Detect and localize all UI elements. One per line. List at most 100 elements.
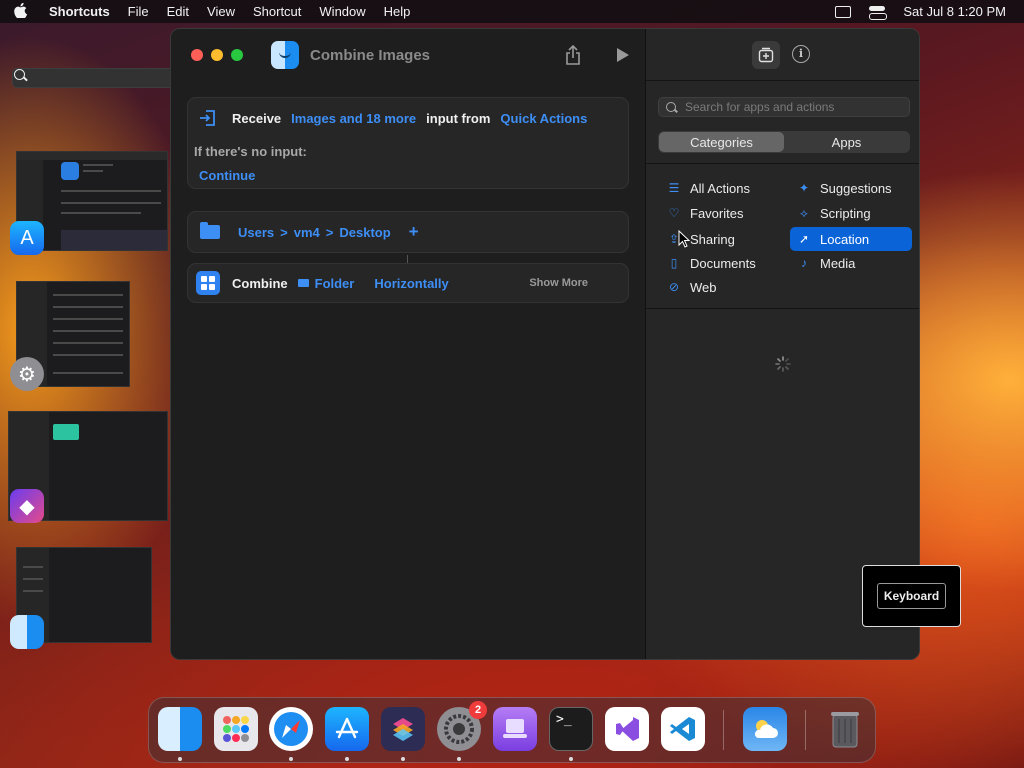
document-icon: ▯: [670, 256, 678, 270]
category-label: Favorites: [690, 205, 744, 221]
window-controls: [191, 49, 243, 61]
shortcut-icon[interactable]: [271, 41, 299, 69]
category-scripting[interactable]: ⟡ Scripting: [790, 201, 912, 225]
receive-action-card[interactable]: Receive Images and 18 more input from Qu…: [187, 97, 629, 189]
menu-edit[interactable]: Edit: [158, 4, 198, 19]
terminal-icon[interactable]: >_: [549, 707, 593, 751]
keyboard-overlay: Keyboard: [862, 565, 961, 627]
app-store-stage-icon: A: [10, 221, 44, 255]
divider: [646, 308, 919, 309]
safari-icon[interactable]: [269, 707, 313, 751]
dock-separator: [723, 710, 724, 750]
action-search-input[interactable]: Search for apps and actions: [658, 97, 910, 117]
apple-configurator-icon[interactable]: [493, 707, 537, 751]
path-segment-desktop[interactable]: Desktop: [339, 225, 390, 240]
editor-pane: Combine Images Receive Images and 18 mor…: [171, 29, 645, 659]
compass-icon: ⊘: [668, 280, 680, 294]
divider: [646, 163, 919, 164]
path-chevron-icon: >: [325, 224, 334, 240]
category-label: Location: [820, 231, 870, 247]
system-settings-icon[interactable]: 2: [437, 701, 487, 751]
app-store-icon[interactable]: [325, 707, 369, 751]
combine-images-action-card[interactable]: Combine Folder Horizontally Show More: [187, 263, 629, 303]
screen-mirroring-icon[interactable]: [835, 5, 852, 18]
loading-spinner-icon: [775, 356, 791, 372]
folder-path: Users > vm4 > Desktop +: [238, 222, 419, 242]
zoom-button[interactable]: [231, 49, 243, 61]
tab-categories[interactable]: Categories: [659, 132, 784, 152]
show-more-button[interactable]: Show More: [529, 277, 588, 289]
finder-icon[interactable]: [158, 707, 202, 751]
search-placeholder: Search for apps and actions: [685, 100, 835, 114]
category-all-actions[interactable]: ☰ All Actions: [660, 176, 782, 200]
trash-icon[interactable]: [823, 707, 867, 751]
menu-app-name[interactable]: Shortcuts: [40, 4, 119, 19]
category-label: Web: [690, 279, 717, 295]
category-label: All Actions: [690, 180, 750, 196]
apple-menu-icon[interactable]: [0, 2, 40, 21]
visual-studio-icon[interactable]: [605, 707, 649, 751]
running-indicator: [178, 757, 182, 761]
category-favorites[interactable]: ♡ Favorites: [660, 201, 782, 225]
shortcuts-window: Combine Images Receive Images and 18 mor…: [170, 28, 920, 660]
music-note-icon: ♪: [801, 256, 807, 270]
menu-shortcut[interactable]: Shortcut: [244, 4, 310, 19]
category-web[interactable]: ⊘ Web: [660, 275, 782, 299]
menu-file[interactable]: File: [119, 4, 158, 19]
action-library-icon[interactable]: [752, 41, 780, 69]
category-label: Sharing: [690, 231, 735, 247]
running-indicator: [401, 757, 405, 761]
sparkle-icon: ✦: [798, 181, 810, 195]
search-icon: [666, 101, 677, 113]
tab-apps[interactable]: Apps: [784, 132, 909, 152]
path-segment-vm4[interactable]: vm4: [294, 225, 320, 240]
dock: 2 >_: [148, 697, 876, 763]
category-label: Media: [820, 255, 856, 271]
shortcut-title[interactable]: Combine Images: [310, 47, 430, 64]
input-types-token[interactable]: Images and 18 more: [291, 111, 416, 126]
close-button[interactable]: [191, 49, 203, 61]
no-input-label: If there's no input:: [194, 144, 307, 159]
run-play-icon[interactable]: [611, 43, 635, 67]
continue-token[interactable]: Continue: [199, 168, 255, 183]
category-label: Scripting: [820, 205, 871, 221]
receive-label: Receive: [232, 110, 282, 126]
action-connector: [407, 255, 408, 263]
library-toolbar: i: [646, 29, 919, 81]
dock-separator: [805, 710, 806, 750]
path-segment-users[interactable]: Users: [238, 225, 274, 240]
library-segmented-control: Categories Apps: [658, 131, 910, 153]
system-settings-stage-icon: ⚙: [10, 357, 44, 391]
notification-badge: 2: [469, 701, 487, 719]
category-media[interactable]: ♪ Media: [790, 251, 912, 275]
category-documents[interactable]: ▯ Documents: [660, 251, 782, 275]
weather-icon[interactable]: [743, 707, 787, 751]
minimize-button[interactable]: [211, 49, 223, 61]
keyboard-key-label: Keyboard: [876, 583, 947, 609]
path-chevron-icon: >: [280, 224, 288, 240]
menubar-clock[interactable]: Sat Jul 8 1:20 PM: [903, 4, 1006, 19]
folder-variable-token[interactable]: Folder: [297, 276, 354, 291]
folder-path-action-card[interactable]: Users > vm4 > Desktop +: [187, 211, 629, 253]
shortcuts-icon[interactable]: [381, 707, 425, 751]
menu-window[interactable]: Window: [310, 4, 374, 19]
info-icon[interactable]: i: [792, 45, 810, 63]
menu-help[interactable]: Help: [375, 4, 420, 19]
menu-view[interactable]: View: [198, 4, 244, 19]
vscode-icon[interactable]: [661, 707, 705, 751]
launchpad-icon[interactable]: [214, 707, 258, 751]
running-indicator: [457, 757, 461, 761]
folder-token-icon: [297, 279, 309, 287]
input-from-label: input from: [426, 110, 491, 126]
control-center-icon[interactable]: [869, 5, 888, 20]
finder-stage-icon: [10, 615, 44, 649]
category-suggestions[interactable]: ✦ Suggestions: [790, 176, 912, 200]
category-location[interactable]: ➚ Location: [790, 227, 912, 251]
running-indicator: [345, 757, 349, 761]
share-icon[interactable]: [561, 43, 585, 67]
add-path-plus-icon[interactable]: +: [409, 222, 419, 242]
running-indicator: [289, 757, 293, 761]
input-source-token[interactable]: Quick Actions: [500, 111, 587, 126]
category-label: Suggestions: [820, 180, 892, 196]
direction-token[interactable]: Horizontally: [374, 276, 448, 291]
